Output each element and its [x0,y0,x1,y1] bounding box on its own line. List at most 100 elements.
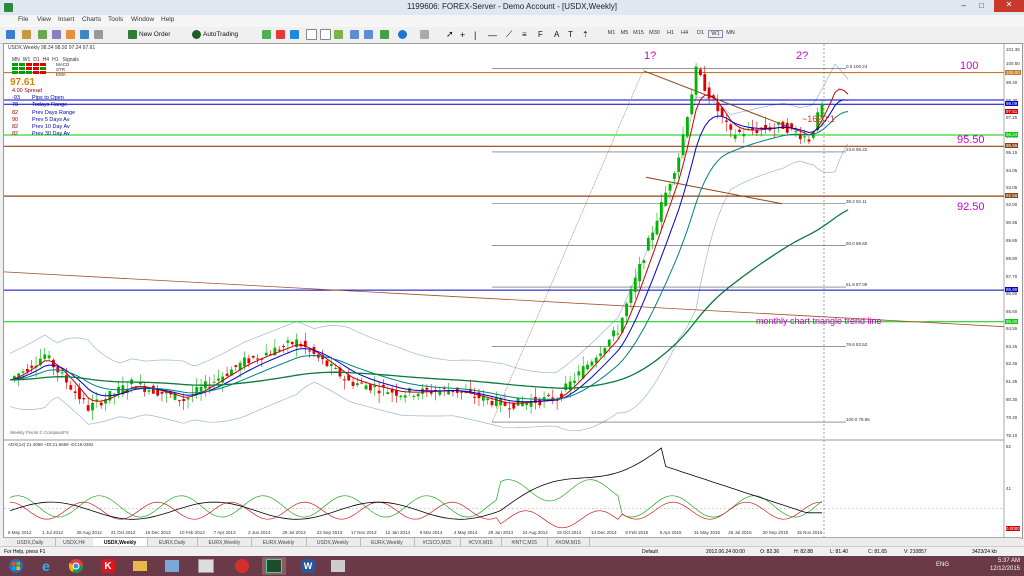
tf-h4[interactable]: H4 [678,30,691,36]
candle-body [651,232,655,240]
templates-button[interactable] [420,29,429,40]
line-chart-button[interactable] [290,29,299,40]
start-button[interactable] [4,557,28,575]
candle-body [473,396,477,398]
navigator-button[interactable] [66,29,75,40]
date-axis-label: 21 Oct 2012 [110,530,136,535]
app5-taskbar[interactable] [160,557,184,575]
autotrading-button[interactable]: AutoTrading [192,29,238,40]
channel-button[interactable]: ≡ [522,29,527,40]
app6-taskbar[interactable] [194,557,218,575]
tf-w1[interactable]: W1 [708,30,723,38]
explorer-taskbar[interactable] [128,557,152,575]
ema-mid-line [9,99,849,403]
date-axis-label: 16 Dec 2012 [145,530,171,535]
candle-body [325,360,329,367]
arrows-button[interactable]: ⇡ [582,29,589,40]
autoscroll-button[interactable] [350,29,359,40]
info-label-5: Prev 30 Day Av [32,131,70,138]
menu-file[interactable]: File [18,16,28,23]
menu-tools[interactable]: Tools [108,16,123,23]
info-value-1: 78 [12,102,19,109]
menu-view[interactable]: View [37,16,51,23]
chart-window[interactable]: USDX,Weekly 98.34 98.92 97.24 97.61 MN W1… [3,43,1023,539]
close-button[interactable]: ✕ [994,0,1024,12]
chrome-taskbar[interactable] [64,557,88,575]
kaspersky-taskbar[interactable]: K [96,557,120,575]
chart-app-icon [235,559,249,573]
indicators-button[interactable] [380,29,389,40]
clock-date[interactable]: 12/12/2015 [982,566,1020,572]
price-axis-label: 101.35 [1006,47,1020,53]
clock-time[interactable]: 5:37 AM [982,558,1020,564]
minimize-button[interactable]: – [962,1,966,10]
market-watch-button[interactable] [38,29,47,40]
bar-chart-button[interactable] [262,29,271,40]
tf-m5[interactable]: M5 [618,30,631,36]
candle-body [243,357,246,367]
mt4-taskbar[interactable] [262,557,286,575]
ie-taskbar[interactable]: e [34,557,58,575]
crosshair-button[interactable]: + [460,29,465,40]
tf-d1[interactable]: D1 [694,30,707,36]
fib-label-5: 78.6 83.52 [846,342,868,347]
status-traffic: 3423/24 kb [972,549,997,555]
trendline-button[interactable]: ⟋ [506,29,512,40]
hline-button[interactable]: — [488,29,497,40]
candle-body [290,341,294,345]
zoom-in-button[interactable] [306,29,317,40]
text-button[interactable]: A [554,29,559,40]
fib-label-1: 23.6 95.22 [846,147,868,152]
tf-h1[interactable]: H1 [664,30,677,36]
data-window-button[interactable] [52,29,61,40]
profiles-button[interactable] [22,29,31,40]
date-axis-label: 26 Aug 2012 [76,530,102,535]
price-tag: 98.09 [1005,101,1019,107]
cursor-button[interactable]: ➚ [446,29,454,40]
menu-window[interactable]: Window [131,16,154,23]
word-taskbar[interactable]: W [296,557,320,575]
price-axis-label: 88.80 [1006,255,1018,261]
terminal-button[interactable] [80,29,89,40]
tf-mn[interactable]: MN [724,30,737,36]
candle-body [646,238,650,251]
price-axis-label: 100.50 [1006,61,1020,67]
tf-m1[interactable]: M1 [605,30,618,36]
price-tag: 86.90 [1005,287,1019,293]
candle-body [733,134,737,139]
menu-help[interactable]: Help [161,16,174,23]
price-axis-label: 79.20 [1006,415,1018,421]
candle-body [225,373,229,376]
maximize-button[interactable]: □ [979,1,984,10]
info-label-3: Prev 5 Days Av [32,116,70,123]
menu-charts[interactable]: Charts [82,16,101,23]
tf-m15[interactable]: M15 [632,30,645,36]
candle-body [351,381,355,386]
new-order-button[interactable]: New Order [128,29,170,40]
candle-body [182,399,186,402]
vline-button[interactable]: | [474,29,476,40]
chart-shift-button[interactable] [364,29,373,40]
fibo-button[interactable]: F [538,29,543,40]
candle-body [738,129,741,132]
candle-body [186,397,190,400]
tester-button[interactable] [94,29,103,40]
date-axis-label: 9 Mar 2014 [419,530,443,535]
candle-chart-button[interactable] [276,29,285,40]
label-button[interactable]: T [568,29,573,40]
zoom-out-button[interactable] [320,29,331,40]
tile-windows-button[interactable] [334,29,343,40]
periods-button[interactable] [398,29,407,40]
app7-taskbar[interactable] [230,557,254,575]
language-indicator[interactable]: ENG [936,562,949,568]
new-chart-button[interactable] [6,29,15,40]
chart-canvas[interactable] [4,44,1022,538]
date-axis-label: 1 Jul 2012 [42,530,64,535]
chart-symbol-header: USDX,Weekly 98.34 98.92 97.24 97.61 [8,45,96,51]
menu-insert[interactable]: Insert [58,16,74,23]
tf-m30[interactable]: M30 [648,30,661,36]
candle-body [642,260,646,263]
price-axis-label: 93.05 [1006,185,1018,191]
price-axis-label: 97.25 [1006,115,1018,121]
app10-taskbar[interactable] [326,557,350,575]
